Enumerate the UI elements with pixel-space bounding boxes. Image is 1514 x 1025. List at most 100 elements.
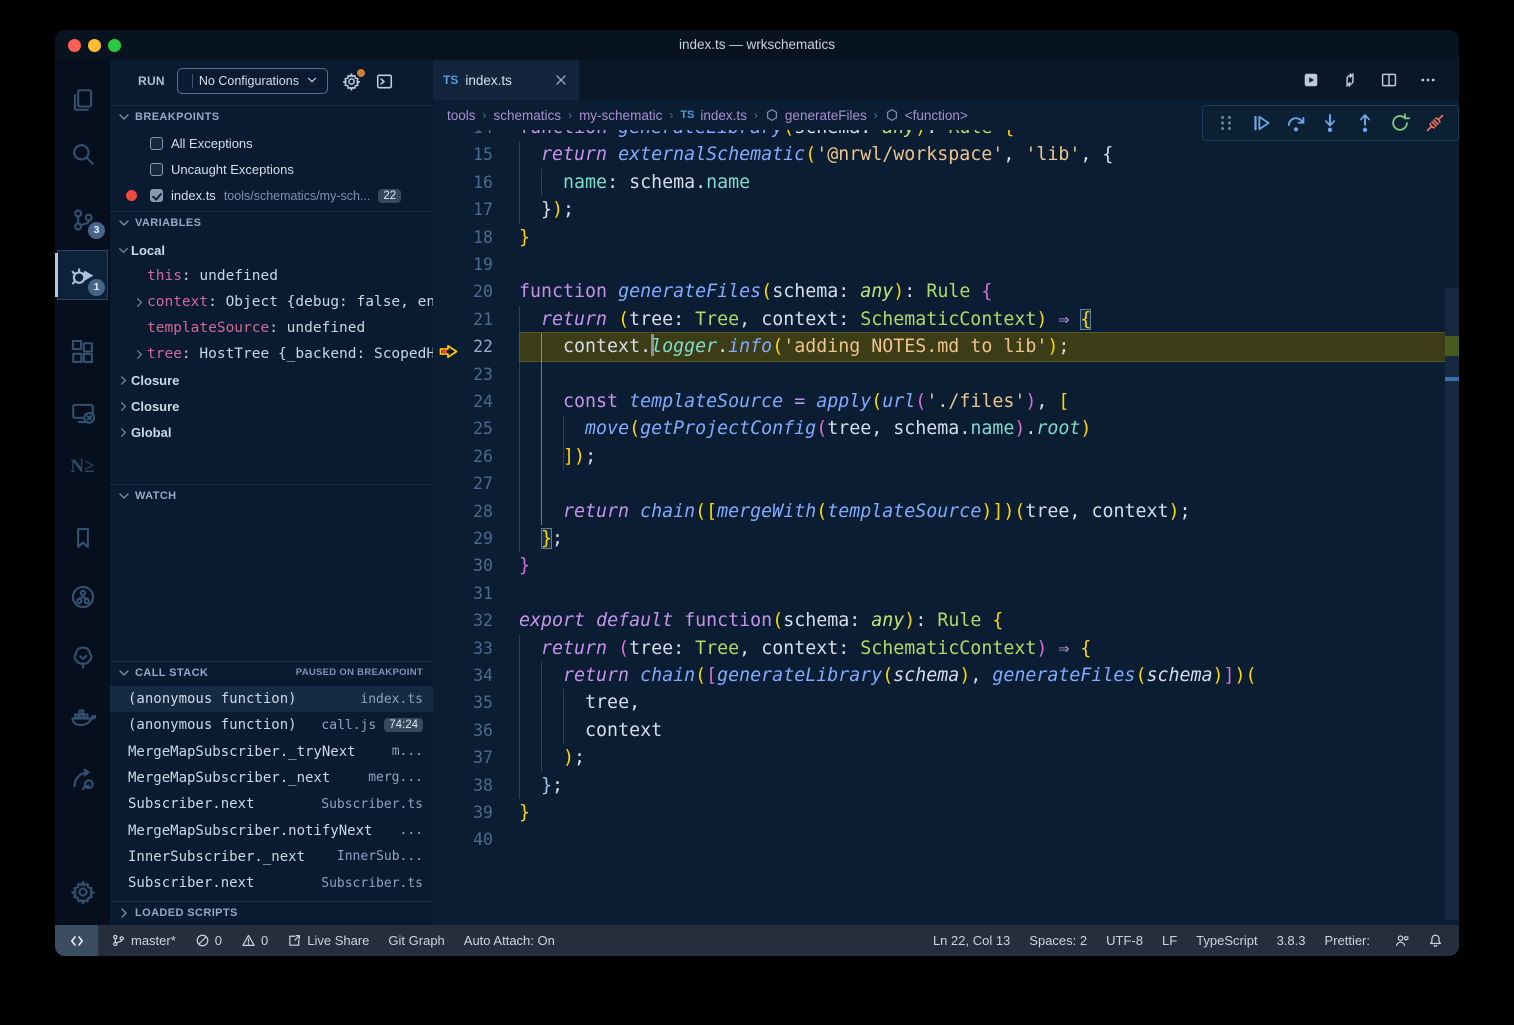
code-line-39[interactable]: 39} [433,799,1445,826]
variable-scope-row[interactable]: Closure [110,393,433,419]
activity-item-docker[interactable] [58,694,107,738]
breakpoint-checkbox[interactable] [150,163,163,176]
call-stack-frame[interactable]: InnerSubscriber._nextInnerSub... [110,844,433,870]
status-errors[interactable]: 0 [195,933,222,948]
activity-item-nx-console[interactable]: N≥ [58,445,107,489]
status-prettier[interactable]: Prettier: [1324,933,1375,948]
breakpoint-checkbox[interactable] [150,189,163,202]
variable-scope-row[interactable]: Local [110,237,433,263]
status-notifications[interactable] [1428,933,1443,948]
more-actions-icon[interactable] [1419,71,1437,89]
editor-scrollbar[interactable] [1445,60,1459,925]
code-line-25[interactable]: 25 move(getProjectConfig(tree, schema.na… [433,415,1445,442]
code-line-26[interactable]: 26 ]); [433,443,1445,470]
breadcrumb-item[interactable]: tools [447,108,476,123]
call-stack-frame[interactable]: MergeMapSubscriber.notifyNext... [110,818,433,844]
breadcrumb-item[interactable]: TSindex.ts [680,108,747,123]
section-header-loaded-scripts[interactable]: LOADED SCRIPTS [110,901,433,923]
breakpoint-row[interactable]: All Exceptions [110,131,433,156]
step-into-button[interactable] [1319,112,1341,134]
activity-item-search[interactable] [58,132,107,176]
drag-handle-button[interactable] [1215,112,1237,134]
step-out-button[interactable] [1354,112,1376,134]
section-header-watch[interactable]: WATCH [110,484,433,506]
call-stack-frame[interactable]: Subscriber.nextSubscriber.ts [110,791,433,817]
restart-button[interactable] [1389,112,1411,134]
split-editor-icon[interactable] [1380,71,1398,89]
variable-scope-row[interactable]: Closure [110,367,433,393]
code-line-20[interactable]: 20function generateFiles(schema: any): R… [433,278,1445,305]
code-area[interactable]: 14function generateLibrary(schema: any):… [433,60,1445,925]
code-line-32[interactable]: 32export default function(schema: any): … [433,607,1445,634]
code-line-19[interactable]: 19 [433,251,1445,278]
status-indentation[interactable]: Spaces: 2 [1029,933,1087,948]
status-ts-version[interactable]: 3.8.3 [1277,933,1306,948]
variable-row[interactable]: tree: HostTree {_backend: ScopedH… [110,341,433,367]
step-over-button[interactable] [1285,112,1307,134]
activity-item-extensions[interactable] [58,331,107,375]
status-live-share[interactable]: Live Share [287,933,369,948]
breakpoint-row[interactable]: index.tstools/schematics/my-sch...22 [110,183,433,208]
section-header-call-stack[interactable]: CALL STACKPAUSED ON BREAKPOINT [110,661,433,683]
activity-item-git-graph[interactable] [58,575,107,619]
status-git-graph[interactable]: Git Graph [388,933,444,948]
code-line-28[interactable]: 28 return chain([mergeWith(templateSourc… [433,498,1445,525]
activity-item-bookmarks[interactable] [58,516,107,560]
status-cursor-position[interactable]: Ln 22, Col 13 [933,933,1010,948]
section-header-variables[interactable]: VARIABLES [110,211,433,233]
code-line-29[interactable]: 29 }; [433,525,1445,552]
scrollbar-thumb[interactable] [1445,288,1459,920]
breakpoint-checkbox[interactable] [150,137,163,150]
code-line-34[interactable]: 34 return chain([generateLibrary(schema)… [433,662,1445,689]
status-git-branch[interactable]: master* [111,933,176,948]
code-line-35[interactable]: 35 tree, [433,689,1445,716]
code-line-16[interactable]: 16 name: schema.name [433,169,1445,196]
activity-item-manage[interactable] [58,870,107,914]
code-line-17[interactable]: 17 }); [433,196,1445,223]
configure-gear-button[interactable] [342,72,361,91]
breadcrumb-item[interactable]: my-schematic [579,108,662,123]
open-changes-icon[interactable] [1302,71,1320,89]
status-auto-attach[interactable]: Auto Attach: On [464,933,555,948]
breadcrumb-item[interactable]: schematics [494,108,562,123]
code-line-30[interactable]: 30} [433,552,1445,579]
variable-row[interactable]: templateSource: undefined [110,315,433,341]
tab-index-ts[interactable]: TS index.ts [433,60,579,100]
code-line-38[interactable]: 38 }; [433,772,1445,799]
status-eol[interactable]: LF [1162,933,1177,948]
activity-item-remote-explorer[interactable] [58,391,107,435]
code-line-22[interactable]: 22 context.logger.info('adding NOTES.md … [433,333,1445,360]
activity-item-live-share[interactable] [58,757,107,801]
breadcrumb-item[interactable]: <function> [885,108,968,123]
call-stack-frame[interactable]: (anonymous function)call.js74:24 [110,712,433,738]
code-line-21[interactable]: 21 return (tree: Tree, context: Schemati… [433,306,1445,333]
close-tab-icon[interactable] [553,72,569,88]
launch-configuration-dropdown[interactable]: No Configurations [177,68,328,94]
variable-scope-row[interactable]: Global [110,419,433,445]
code-line-40[interactable]: 40 [433,826,1445,853]
continue-button[interactable] [1250,112,1272,134]
variable-row[interactable]: this: undefined [110,263,433,289]
call-stack-frame[interactable]: Subscriber.nextSubscriber.ts [110,870,433,896]
activity-item-run-and-debug[interactable]: 1 [58,251,107,299]
code-line-23[interactable]: 23 [433,361,1445,388]
current-breakpoint-icon[interactable] [439,340,458,355]
code-line-36[interactable]: 36 context [433,717,1445,744]
breadcrumb-item[interactable]: generateFiles [765,108,867,123]
status-remote-indicator[interactable] [55,925,98,956]
section-header-breakpoints[interactable]: BREAKPOINTS [110,105,433,127]
code-line-24[interactable]: 24 const templateSource = apply(url('./f… [433,388,1445,415]
call-stack-frame[interactable]: MergeMapSubscriber._tryNextm... [110,739,433,765]
code-line-15[interactable]: 15 return externalSchematic('@nrwl/works… [433,141,1445,168]
status-language-mode[interactable]: TypeScript [1196,933,1257,948]
open-debug-console-button[interactable] [375,72,394,91]
code-line-33[interactable]: 33 return (tree: Tree, context: Schemati… [433,635,1445,662]
call-stack-frame[interactable]: MergeMapSubscriber._nextmerg... [110,765,433,791]
git-graph-view-icon[interactable] [1341,71,1359,89]
activity-item-explorer[interactable] [58,78,107,122]
status-encoding[interactable]: UTF-8 [1106,933,1143,948]
variable-row[interactable]: context: Object {debug: false, en… [110,289,433,315]
code-line-18[interactable]: 18} [433,224,1445,251]
disconnect-button[interactable] [1424,112,1446,134]
code-line-37[interactable]: 37 ); [433,744,1445,771]
